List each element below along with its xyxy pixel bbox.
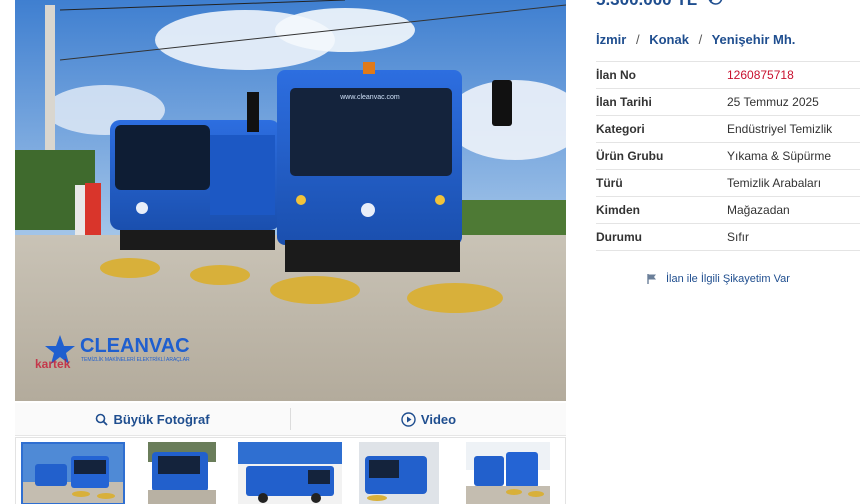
search-icon <box>96 413 109 426</box>
listing-price: 5.300.000 TL <box>596 0 724 11</box>
listing-details-table: İlan No 1260875718 İlan Tarihi 25 Temmuz… <box>596 61 860 251</box>
main-listing-photo[interactable]: www.cleanvac.com CLEANVAC TEMİZLİK MAKİN… <box>15 0 566 401</box>
detail-value: Endüstriyel Temizlik <box>727 122 833 136</box>
detail-row-listing-date: İlan Tarihi 25 Temmuz 2025 <box>596 89 860 116</box>
detail-key: Kategori <box>596 122 645 136</box>
location-city-link[interactable]: İzmir <box>596 32 626 47</box>
detail-row-listing-no: İlan No 1260875718 <box>596 62 860 89</box>
thumbnail-2[interactable] <box>128 442 237 504</box>
price-text: 5.300.000 TL <box>596 0 697 9</box>
report-listing-link[interactable]: İlan ile İlgili Şikayetim Var <box>646 273 790 285</box>
detail-key: İlan No <box>596 68 637 82</box>
location-breadcrumb: İzmir / Konak / Yenişehir Mh. <box>596 32 795 47</box>
location-neighborhood-link[interactable]: Yenişehir Mh. <box>712 32 796 47</box>
detail-key: Ürün Grubu <box>596 149 664 163</box>
svg-text:TEMİZLİK MAKİNELERİ ELEKTRİKLİ: TEMİZLİK MAKİNELERİ ELEKTRİKLİ ARAÇLAR <box>81 356 190 363</box>
detail-row-condition: Durumu Sıfır <box>596 224 860 251</box>
report-listing-label: İlan ile İlgili Şikayetim Var <box>666 273 790 285</box>
play-icon <box>401 411 416 427</box>
photo-actions-bar: Büyük Fotoğraf Video <box>15 403 566 436</box>
detail-value: Temizlik Arabaları <box>727 176 822 190</box>
vehicle-website-text: www.cleanvac.com <box>339 94 400 101</box>
detail-value: 1260875718 <box>727 68 794 82</box>
detail-key: İlan Tarihi <box>596 95 652 109</box>
svg-text:CLEANVAC: CLEANVAC <box>80 335 190 357</box>
thumbnail-5[interactable] <box>453 442 562 504</box>
price-history-icon[interactable] <box>708 0 724 11</box>
breadcrumb-separator: / <box>635 32 640 47</box>
detail-value: Sıfır <box>727 230 750 244</box>
flag-icon <box>647 274 656 284</box>
breadcrumb-separator: / <box>698 32 703 47</box>
thumbnail-strip <box>15 437 566 504</box>
detail-row-product-group: Ürün Grubu Yıkama & Süpürme <box>596 143 860 170</box>
detail-value: Yıkama & Süpürme <box>727 149 832 163</box>
thumbnail-3[interactable] <box>236 442 345 504</box>
detail-key: Kimden <box>596 203 641 217</box>
location-district-link[interactable]: Konak <box>649 32 689 47</box>
detail-key: Durumu <box>596 230 642 244</box>
detail-key: Türü <box>596 176 623 190</box>
detail-row-category: Kategori Endüstriyel Temizlik <box>596 116 860 143</box>
detail-row-seller: Kimden Mağazadan <box>596 197 860 224</box>
large-photo-label: Büyük Fotoğraf <box>113 411 210 427</box>
detail-value: 25 Temmuz 2025 <box>727 95 819 109</box>
detail-row-type: Türü Temizlik Arabaları <box>596 170 860 197</box>
video-label: Video <box>420 411 457 427</box>
thumbnail-1[interactable] <box>19 442 128 504</box>
large-photo-button[interactable]: Büyük Fotoğraf <box>15 403 290 435</box>
svg-text:kartek: kartek <box>35 357 71 371</box>
detail-value: Mağazadan <box>727 203 790 217</box>
video-button[interactable]: Video <box>291 403 566 435</box>
thumbnail-4[interactable] <box>345 442 454 504</box>
